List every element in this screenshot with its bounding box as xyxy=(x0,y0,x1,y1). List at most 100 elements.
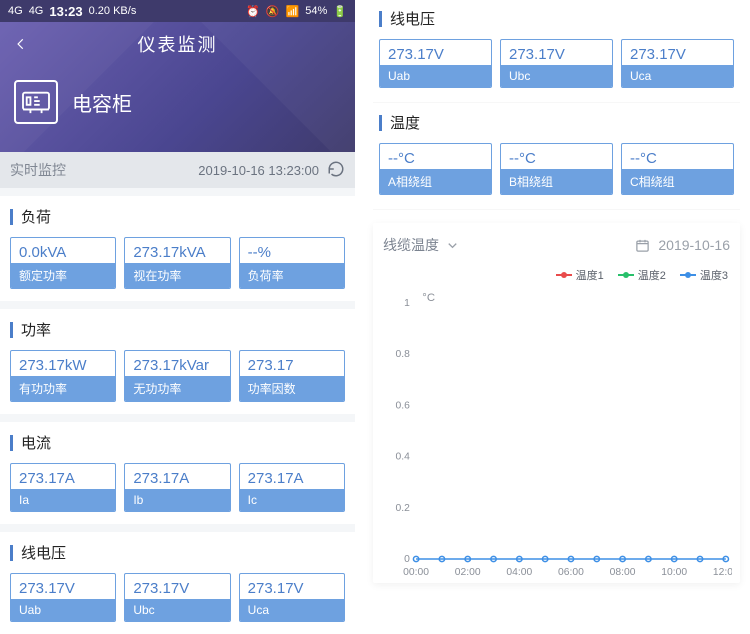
svg-text:10:00: 10:00 xyxy=(661,567,687,578)
network-2: 4G xyxy=(29,5,44,17)
svg-text:0.4: 0.4 xyxy=(396,452,411,463)
section-线电压: 线电压273.17VUab273.17VUbc273.17VUca xyxy=(373,0,740,102)
metric-card[interactable]: 273.17功率因数 xyxy=(239,350,345,402)
alarm-icon: ⏰ xyxy=(246,5,260,18)
section-title-text: 线电压 xyxy=(21,542,66,563)
svg-text:1: 1 xyxy=(404,298,410,309)
section-title-text: 线电压 xyxy=(390,8,435,29)
svg-text:12:00: 12:00 xyxy=(713,567,732,578)
legend-swatch xyxy=(618,274,634,276)
metric-card[interactable]: 273.17kVar无功功率 xyxy=(124,350,230,402)
page-title: 仪表监测 xyxy=(0,31,355,57)
calendar-icon xyxy=(635,238,650,253)
status-bar: 4G 4G 13:23 0.20 KB/s ⏰ 🔕 📶 54% 🔋 xyxy=(0,0,355,22)
battery-icon: 🔋 xyxy=(333,5,347,18)
section-bar xyxy=(379,115,382,131)
chart-date-picker[interactable]: 2019-10-16 xyxy=(635,237,730,253)
chart-source-label: 线缆温度 xyxy=(383,235,439,255)
metric-value: 273.17kW xyxy=(11,351,115,376)
metric-label: 负荷率 xyxy=(240,263,344,288)
network-1: 4G xyxy=(8,5,23,17)
metric-value: 273.17kVA xyxy=(125,238,229,263)
metric-label: Ubc xyxy=(125,599,229,621)
dnd-icon: 🔕 xyxy=(266,5,280,18)
battery-text: 54% xyxy=(305,5,327,17)
section-bar xyxy=(379,11,382,27)
status-speed: 0.20 KB/s xyxy=(89,5,137,17)
chart-card: 线缆温度 2019-10-16 温度1温度2温度3 °C00.20.40.60.… xyxy=(373,223,740,583)
metric-label: 功率因数 xyxy=(240,376,344,401)
card-row: 273.17AIa273.17AIb273.17AIc xyxy=(10,463,345,512)
svg-text:0.6: 0.6 xyxy=(396,401,411,412)
device-name: 电容柜 xyxy=(72,88,132,117)
section-bar xyxy=(10,209,13,225)
section-线电压: 线电压273.17VUab273.17VUbc273.17VUca xyxy=(0,532,355,634)
metric-card[interactable]: --%负荷率 xyxy=(239,237,345,289)
metric-label: 有功功率 xyxy=(11,376,115,401)
metric-card[interactable]: 273.17VUca xyxy=(621,39,734,88)
metric-card[interactable]: --°CB相绕组 xyxy=(500,143,613,195)
legend-item: 温度3 xyxy=(680,267,728,283)
metric-value: 273.17A xyxy=(11,464,115,489)
svg-text:02:00: 02:00 xyxy=(455,567,481,578)
section-功率: 功率273.17kW有功功率273.17kVar无功功率273.17功率因数 xyxy=(0,309,355,414)
metric-card[interactable]: 273.17kVA视在功率 xyxy=(124,237,230,289)
legend-label: 温度1 xyxy=(576,267,604,283)
svg-text:0.8: 0.8 xyxy=(396,349,411,360)
subheader: 实时监控 2019-10-16 13:23:00 xyxy=(0,152,355,188)
legend-label: 温度3 xyxy=(700,267,728,283)
header: 仪表监测 电容柜 xyxy=(0,22,355,152)
chart-source-selector[interactable]: 线缆温度 xyxy=(383,235,460,255)
metric-label: Ubc xyxy=(501,65,612,87)
phone-screen: 4G 4G 13:23 0.20 KB/s ⏰ 🔕 📶 54% 🔋 仪表监测 电… xyxy=(0,0,355,607)
metric-value: 0.0kVA xyxy=(11,238,115,263)
metric-value: --% xyxy=(240,238,344,263)
metric-card[interactable]: 273.17AIa xyxy=(10,463,116,512)
metric-card[interactable]: 273.17kW有功功率 xyxy=(10,350,116,402)
metric-card[interactable]: --°CC相绕组 xyxy=(621,143,734,195)
metric-value: 273.17 xyxy=(240,351,344,376)
metric-card[interactable]: 273.17VUab xyxy=(379,39,492,88)
metric-card[interactable]: 273.17VUab xyxy=(10,573,116,622)
metric-value: 273.17V xyxy=(380,40,491,65)
section-title-text: 功率 xyxy=(21,319,51,340)
metric-card[interactable]: --°CA相绕组 xyxy=(379,143,492,195)
metric-value: 273.17V xyxy=(240,574,344,599)
metric-value: 273.17V xyxy=(11,574,115,599)
back-button[interactable] xyxy=(8,31,34,57)
legend-item: 温度2 xyxy=(618,267,666,283)
metric-card[interactable]: 0.0kVA额定功率 xyxy=(10,237,116,289)
svg-text:00:00: 00:00 xyxy=(403,567,429,578)
card-row: 0.0kVA额定功率273.17kVA视在功率--%负荷率 xyxy=(10,237,345,289)
chart-legend: 温度1 温度2 温度3 xyxy=(381,265,732,289)
svg-text:0: 0 xyxy=(404,554,410,565)
timestamp: 2019-10-16 13:23:00 xyxy=(198,163,319,178)
refresh-button[interactable] xyxy=(327,160,345,181)
metric-label: A相绕组 xyxy=(380,169,491,194)
metric-card[interactable]: 273.17VUca xyxy=(239,573,345,622)
metric-card[interactable]: 273.17AIb xyxy=(124,463,230,512)
metric-card[interactable]: 273.17VUbc xyxy=(500,39,613,88)
metric-card[interactable]: 273.17AIc xyxy=(239,463,345,512)
metric-card[interactable]: 273.17VUbc xyxy=(124,573,230,622)
card-row: 273.17kW有功功率273.17kVar无功功率273.17功率因数 xyxy=(10,350,345,402)
section-bar xyxy=(10,545,13,561)
chart-date: 2019-10-16 xyxy=(658,237,730,253)
section-title-text: 温度 xyxy=(390,112,420,133)
metric-label: Ic xyxy=(240,489,344,511)
svg-text:08:00: 08:00 xyxy=(610,567,636,578)
chevron-down-icon xyxy=(445,238,460,253)
metric-label: Uab xyxy=(380,65,491,87)
metric-value: 273.17kVar xyxy=(125,351,229,376)
metric-label: B相绕组 xyxy=(501,169,612,194)
svg-text:0.2: 0.2 xyxy=(396,503,411,514)
metric-label: C相绕组 xyxy=(622,169,733,194)
section-负荷: 负荷0.0kVA额定功率273.17kVA视在功率--%负荷率 xyxy=(0,196,355,301)
legend-label: 温度2 xyxy=(638,267,666,283)
section-title-text: 负荷 xyxy=(21,206,51,227)
legend-swatch xyxy=(680,274,696,276)
line-chart: °C00.20.40.60.8100:0002:0004:0006:0008:0… xyxy=(381,289,732,579)
metric-value: --°C xyxy=(380,144,491,169)
metric-value: 273.17A xyxy=(125,464,229,489)
legend-item: 温度1 xyxy=(556,267,604,283)
